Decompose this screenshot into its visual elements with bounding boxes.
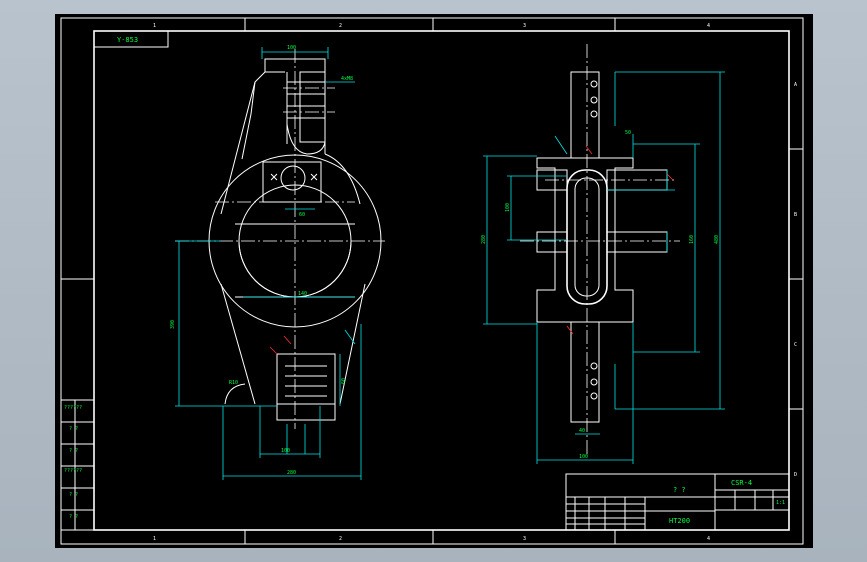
zone-right-d: D — [794, 472, 797, 478]
part-label: Y-853 — [117, 36, 138, 44]
front-radius-label: R10 — [229, 380, 238, 386]
part-label-box: Y-853 — [93, 30, 169, 48]
side-dim-bore-dia: 100 — [505, 203, 511, 212]
front-dim-side-h: 60 — [341, 378, 347, 384]
zone-bottom-4: 4 — [707, 536, 710, 542]
zone-bottom-3: 3 — [523, 536, 526, 542]
side-dim-flange-dia: 280 — [481, 235, 487, 244]
title-part-name: ? ? — [673, 486, 686, 494]
front-view: 100 4xM8 60 140 390 280 100 R10 60 — [170, 45, 385, 480]
front-dim-bottom-width: 280 — [287, 470, 296, 476]
zone-top-3: 3 — [523, 23, 526, 29]
zone-right-a: A — [794, 82, 797, 88]
front-dim-top-width: 100 — [287, 45, 296, 51]
cad-viewport[interactable]: 1 2 3 4 1 2 3 4 A B C D Y-853 ?????? ? ?… — [55, 14, 813, 548]
sheet-border — [60, 17, 804, 545]
title-block: CSR-4 ? ? HT200 1:1 — [565, 473, 790, 531]
stamp-cell-1: ?????? — [64, 405, 82, 411]
front-thread-label: 4xM8 — [341, 76, 353, 82]
title-material: HT200 — [669, 517, 690, 525]
front-dim-bore-width: 140 — [298, 291, 307, 297]
front-dim-lower-slot: 100 — [281, 448, 290, 454]
title-drawing-number: CSR-4 — [731, 479, 752, 487]
stamp-cell-3: ? ? — [69, 448, 78, 454]
zone-top-1: 1 — [153, 23, 156, 29]
zone-top-4: 4 — [707, 23, 710, 29]
zone-top-2: 2 — [339, 23, 342, 29]
front-dim-overall-height: 390 — [170, 320, 176, 329]
stamp-cell-4: ?????? — [64, 468, 82, 474]
stamp-cell-6: ? ? — [69, 514, 78, 520]
zone-right-b: B — [794, 212, 797, 218]
stamp-cell-2: ? ? — [69, 426, 78, 432]
left-stamp-table: ?????? ? ? ? ? ?????? ? ? ? ? — [60, 399, 95, 531]
side-dim-hub-dia: 160 — [689, 235, 695, 244]
title-scale: 1:1 — [776, 500, 785, 506]
zone-bottom-2: 2 — [339, 536, 342, 542]
stamp-cell-5: ? ? — [69, 492, 78, 498]
drawing-canvas: 1 2 3 4 1 2 3 4 A B C D Y-853 ?????? ? ?… — [60, 17, 804, 545]
zone-bottom-1: 1 — [153, 536, 156, 542]
side-dim-base-width: 100 — [579, 454, 588, 460]
side-dim-top: 50 — [625, 130, 631, 136]
front-dim-inner-width: 60 — [299, 212, 305, 218]
side-view: 280 100 480 160 100 40 50 — [481, 44, 725, 464]
zone-right-c: C — [794, 342, 797, 348]
zone-labels: 1 2 3 4 1 2 3 4 A B C D — [153, 23, 797, 542]
side-dim-overall-height: 480 — [714, 235, 720, 244]
side-dim-width-small: 40 — [579, 428, 585, 434]
